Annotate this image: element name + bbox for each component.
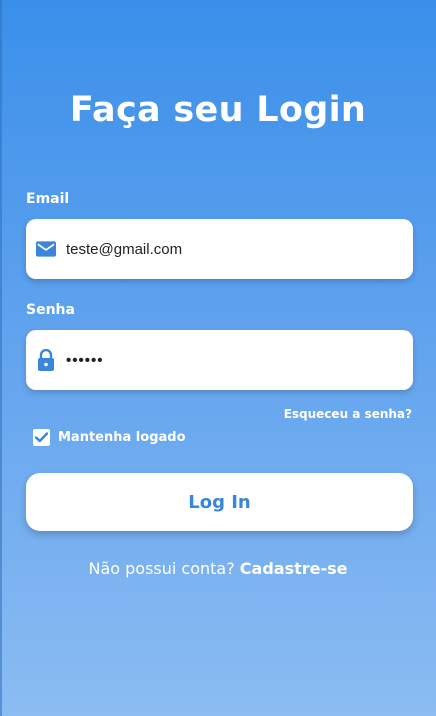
email-value: teste@gmail.com: [66, 240, 183, 258]
check-icon: [35, 432, 48, 443]
forgot-password-link[interactable]: Esqueceu a senha?: [284, 407, 412, 421]
password-label: Senha: [26, 302, 75, 318]
password-value: ••••••: [66, 351, 104, 369]
lock-icon: [36, 349, 56, 371]
signup-link[interactable]: Cadastre-se: [240, 559, 348, 578]
remember-me-checkbox[interactable]: [33, 429, 50, 446]
login-button[interactable]: Log In: [26, 473, 413, 531]
mail-icon: [36, 239, 56, 259]
page-title: Faça seu Login: [69, 90, 367, 130]
password-field[interactable]: ••••••: [26, 330, 413, 390]
email-label: Email: [26, 191, 70, 207]
signup-line: Não possui conta? Cadastre-se: [0, 559, 436, 578]
remember-me-label: Mantenha logado: [58, 430, 186, 445]
remember-me-toggle[interactable]: Mantenha logado: [33, 429, 186, 446]
email-field[interactable]: teste@gmail.com: [26, 219, 413, 279]
signup-prompt: Não possui conta?: [88, 559, 235, 578]
